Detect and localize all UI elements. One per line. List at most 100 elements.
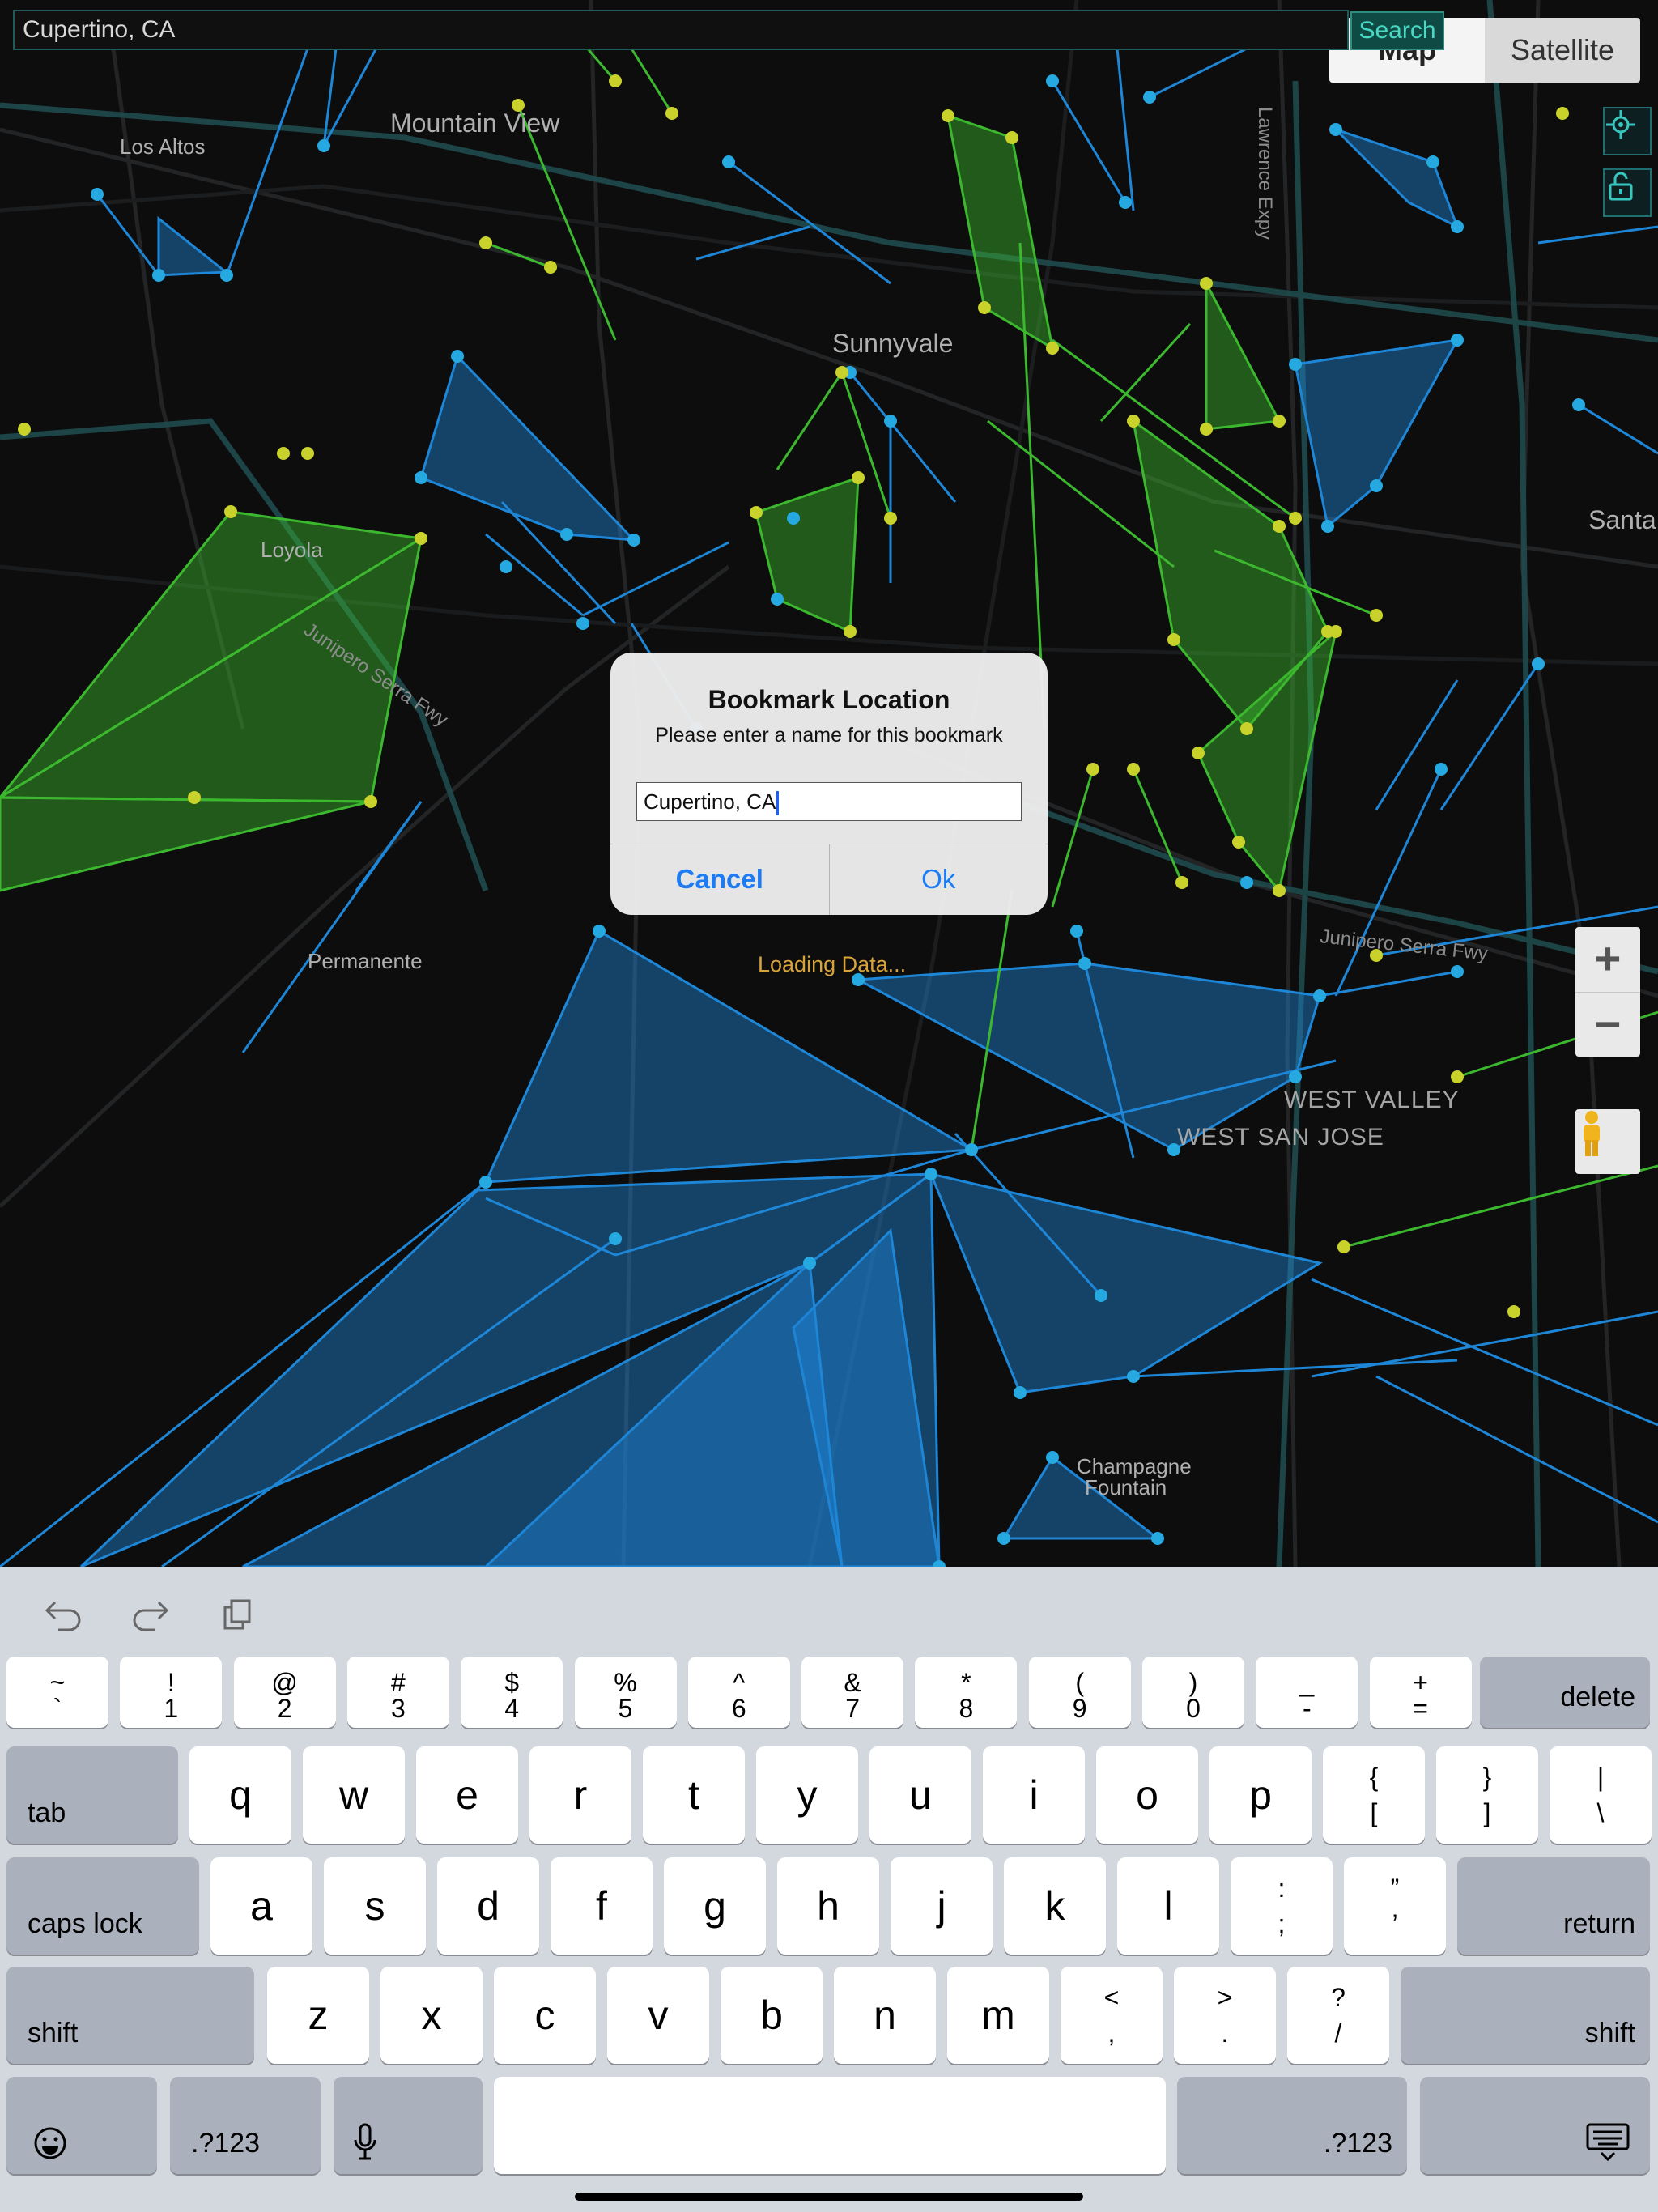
map-portal-dot[interactable] <box>1532 657 1545 670</box>
map-portal-dot[interactable] <box>965 1143 978 1156</box>
key-sym4-0[interactable]: <, <box>1061 1967 1163 2064</box>
map-portal-dot[interactable] <box>1289 358 1302 371</box>
map-portal-dot[interactable] <box>1127 1370 1140 1383</box>
map-portal-dot[interactable] <box>1507 1305 1520 1318</box>
map-portal-dot[interactable] <box>479 236 492 249</box>
key-v[interactable]: v <box>607 1967 709 2064</box>
key-sym-2[interactable]: | \ <box>1550 1746 1652 1844</box>
key-z[interactable]: z <box>267 1967 369 2064</box>
map-portal-dot[interactable] <box>1127 763 1140 776</box>
key-t[interactable]: t <box>643 1746 745 1844</box>
key-=[interactable]: + = <box>1369 1657 1472 1728</box>
key-u[interactable]: u <box>869 1746 971 1844</box>
key-1[interactable]: ! 1 <box>120 1657 223 1728</box>
map-portal-dot[interactable] <box>609 1232 622 1245</box>
map-portal-dot[interactable] <box>1086 763 1099 776</box>
key-sym4-2[interactable]: ? / <box>1287 1967 1389 2064</box>
zoom-control[interactable]: + − <box>1575 927 1640 1057</box>
map-portal-dot[interactable] <box>220 269 233 282</box>
key-3[interactable]: #3 <box>346 1657 449 1728</box>
key-r[interactable]: r <box>529 1746 631 1844</box>
map-portal-dot[interactable] <box>1240 876 1253 889</box>
key-c[interactable]: c <box>494 1967 596 2064</box>
emoji-key[interactable] <box>6 2077 157 2174</box>
map-portal-dot[interactable] <box>627 534 640 547</box>
map-portal-dot[interactable] <box>500 560 512 573</box>
map-portal-dot[interactable] <box>787 512 800 525</box>
search-button[interactable]: Search <box>1350 11 1444 50</box>
map-portal-dot[interactable] <box>317 139 330 152</box>
map-portal-dot[interactable] <box>1151 1532 1164 1545</box>
map-portal-dot[interactable] <box>1167 633 1180 646</box>
map-portal-dot[interactable] <box>1200 423 1213 436</box>
map-portal-dot[interactable] <box>1078 957 1091 970</box>
map-portal-dot[interactable] <box>560 528 573 541</box>
map-portal-dot[interactable] <box>1370 609 1383 622</box>
map-portal-dot[interactable] <box>277 447 290 460</box>
map-portal-dot[interactable] <box>544 261 557 274</box>
key-sym3-0[interactable]: :; <box>1231 1857 1333 1955</box>
key-a[interactable]: a <box>210 1857 312 1955</box>
shift-left-key[interactable]: shift <box>6 1967 254 2064</box>
map-portal-dot[interactable] <box>609 74 622 87</box>
search-input[interactable]: Cupertino, CA <box>13 10 1349 50</box>
key-k[interactable]: k <box>1004 1857 1106 1955</box>
lock-button[interactable] <box>1603 168 1652 217</box>
key-j[interactable]: j <box>891 1857 993 1955</box>
map-portal-dot[interactable] <box>978 301 991 314</box>
key-sym-0[interactable]: {[ <box>1323 1746 1425 1844</box>
key-n[interactable]: n <box>834 1967 936 2064</box>
map-portal-dot[interactable] <box>1572 398 1585 411</box>
key-g[interactable]: g <box>664 1857 766 1955</box>
key-o[interactable]: o <box>1096 1746 1198 1844</box>
numbers-key-right[interactable]: .?123 <box>1177 2077 1407 2174</box>
key-4[interactable]: $4 <box>461 1657 563 1728</box>
key-i[interactable]: i <box>983 1746 1085 1844</box>
map-portal-dot[interactable] <box>1426 155 1439 168</box>
map-portal-dot[interactable] <box>1451 334 1464 347</box>
map-portal-dot[interactable] <box>576 617 589 630</box>
map-portal-dot[interactable] <box>364 795 377 808</box>
map-portal-dot[interactable] <box>18 423 31 436</box>
key-`[interactable]: ~ ` <box>6 1657 108 1728</box>
key-b[interactable]: b <box>721 1967 823 2064</box>
key-d[interactable]: d <box>437 1857 539 1955</box>
key-f[interactable]: f <box>551 1857 653 1955</box>
street-view-button[interactable] <box>1575 1109 1640 1174</box>
map-portal-dot[interactable] <box>1143 91 1156 104</box>
map-portal-dot[interactable] <box>835 366 848 379</box>
space-key[interactable] <box>494 2077 1166 2174</box>
zoom-in-button[interactable]: + <box>1575 927 1640 992</box>
shift-right-key[interactable]: shift <box>1401 1967 1650 2064</box>
key-s[interactable]: s <box>324 1857 426 1955</box>
map-portal-dot[interactable] <box>1273 520 1286 533</box>
key-sym4-1[interactable]: >. <box>1174 1967 1276 2064</box>
map-portal-dot[interactable] <box>844 625 857 638</box>
paste-icon[interactable] <box>220 1597 256 1633</box>
locate-button[interactable] <box>1603 107 1652 155</box>
map-portal-dot[interactable] <box>1192 747 1205 759</box>
map-portal-dot[interactable] <box>1337 1240 1350 1253</box>
map-portal-dot[interactable] <box>1046 342 1059 355</box>
key-sym-1[interactable]: }] <box>1436 1746 1538 1844</box>
map-portal-dot[interactable] <box>152 269 165 282</box>
map-portal-dot[interactable] <box>414 532 427 545</box>
numbers-key-left[interactable]: .?123 <box>170 2077 321 2174</box>
map-portal-dot[interactable] <box>750 506 763 519</box>
map-portal-dot[interactable] <box>1321 520 1334 533</box>
map-portal-dot[interactable] <box>1329 123 1342 136</box>
map-portal-dot[interactable] <box>665 107 678 120</box>
caps-lock-key[interactable]: caps lock <box>6 1857 199 1955</box>
map-portal-dot[interactable] <box>1289 1070 1302 1083</box>
map-portal-dot[interactable] <box>722 155 735 168</box>
map-portal-dot[interactable] <box>997 1532 1010 1545</box>
key-sym3-1[interactable]: ”’ <box>1344 1857 1446 1955</box>
map-portal-dot[interactable] <box>771 593 784 606</box>
dictation-key[interactable] <box>334 2077 483 2174</box>
zoom-out-button[interactable]: − <box>1575 992 1640 1057</box>
map-portal-dot[interactable] <box>1005 131 1018 144</box>
map-portal-dot[interactable] <box>1240 722 1253 735</box>
map-portal-dot[interactable] <box>884 512 897 525</box>
key-m[interactable]: m <box>947 1967 1049 2064</box>
map-portal-dot[interactable] <box>884 415 897 428</box>
